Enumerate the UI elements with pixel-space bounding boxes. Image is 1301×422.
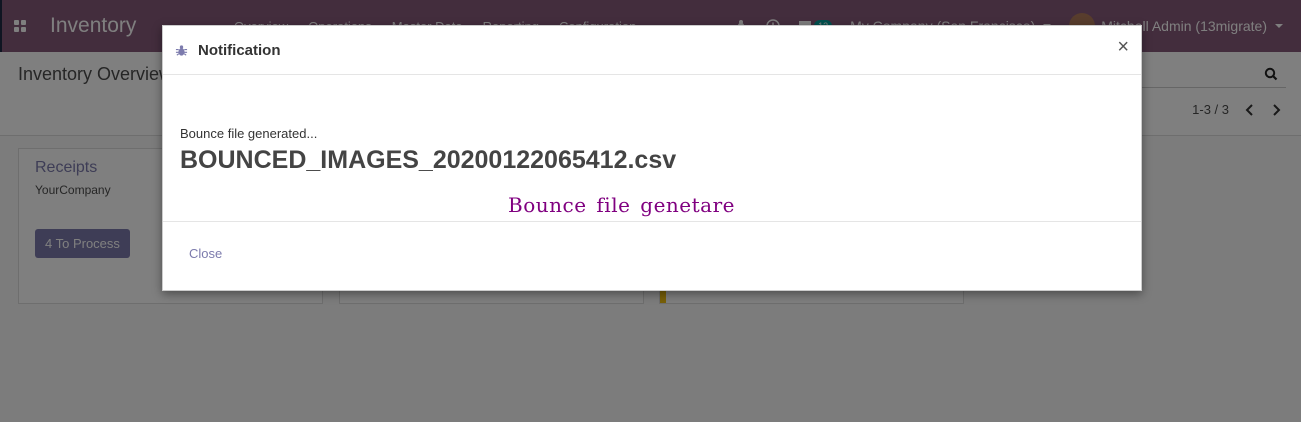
dialog-footer: Close	[163, 222, 1141, 290]
dialog-message: Bounce file generated...	[180, 126, 318, 141]
annotation-text: Bounce file genetare	[508, 193, 735, 217]
bug-icon	[175, 44, 188, 56]
dialog-header: Notification ×	[163, 26, 1141, 75]
dialog-title: Notification	[198, 41, 281, 59]
close-icon[interactable]: ×	[1117, 37, 1129, 57]
bounce-filename: BOUNCED_IMAGES_20200122065412.csv	[180, 146, 677, 174]
dialog-body: Bounce file generated... BOUNCED_IMAGES_…	[163, 75, 1141, 222]
notification-dialog: Notification × Bounce file generated... …	[162, 25, 1142, 291]
close-button[interactable]: Close	[189, 246, 222, 261]
